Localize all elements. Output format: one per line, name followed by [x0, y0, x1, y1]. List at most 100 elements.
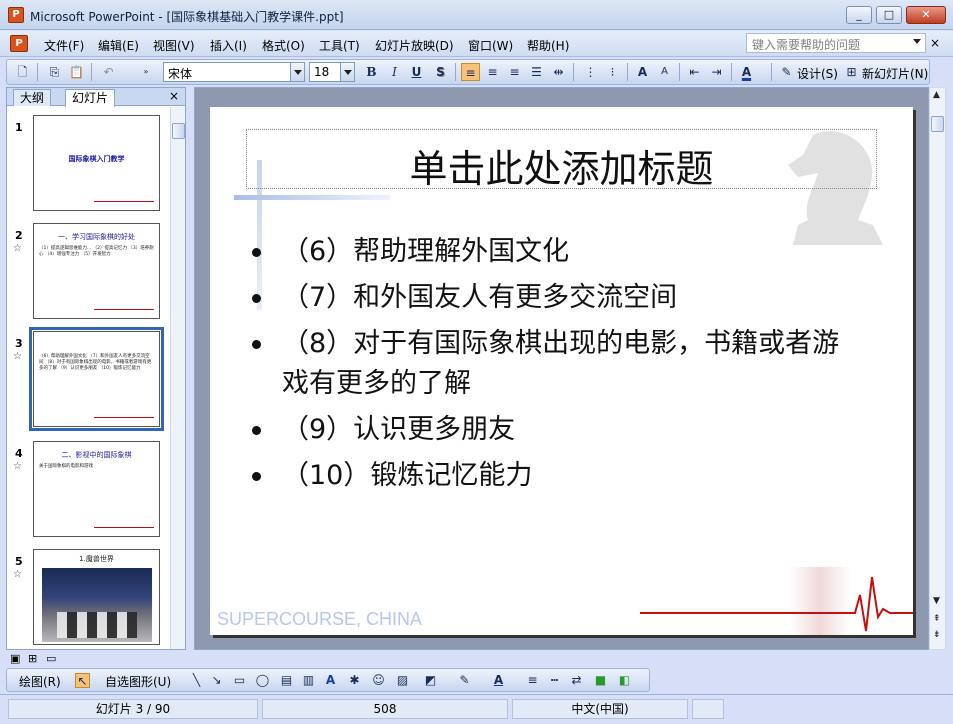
drawing-toolbar: 绘图(R) ↖ 自选图形(U) ╲ ↘ ▭ ◯ ▤ ▥ A ✱ ☺ ▨ ◩ ✎ … — [6, 668, 650, 692]
arrow-icon[interactable]: ↘ — [209, 673, 224, 688]
document-icon[interactable]: P — [10, 35, 28, 52]
slide-title[interactable]: 单击此处添加标题 — [247, 138, 876, 193]
slide-thumbnail-4[interactable]: 二、影视中的国际象棋 关于国际象棋的电影和游戏 — [33, 441, 160, 537]
picture-icon[interactable]: ▨ — [395, 673, 410, 688]
font-color-icon[interactable]: A — [491, 673, 506, 688]
italic-button[interactable]: I — [385, 63, 404, 81]
copy-icon[interactable]: ⎘ — [45, 63, 64, 81]
title-placeholder[interactable]: 单击此处添加标题 — [246, 129, 877, 191]
slide-thumbnail-2[interactable]: 一、学习国际象棋的好处 （1）提高逻辑思维能力... （2）提高记忆力 （3）培… — [33, 223, 160, 319]
panel-scrollbar[interactable] — [170, 107, 185, 649]
slide-canvas[interactable]: 单击此处添加标题 （6）帮助理解外国文化 （7）和外国友人有更多交流空间 （8）… — [210, 107, 913, 635]
oval-icon[interactable]: ◯ — [255, 673, 270, 688]
slide-thumbnail-3[interactable]: （6）帮助理解外国文化 （7）和外国友人有更多交流空间 （8）对于有国际象棋出现… — [29, 327, 164, 431]
panel-tabs: 大纲 幻灯片 × — [7, 88, 185, 107]
design-name: 508 — [262, 699, 508, 719]
menu-window[interactable]: 窗口(W) — [468, 37, 513, 54]
chevron-down-icon[interactable] — [340, 63, 354, 81]
rectangle-icon[interactable]: ▭ — [232, 673, 247, 688]
autoshapes-menu-button[interactable]: 自选图形(U) — [105, 673, 171, 690]
menu-edit[interactable]: 编辑(E) — [98, 37, 139, 54]
close-icon[interactable]: × — [169, 89, 179, 103]
draw-menu-button[interactable]: 绘图(R) — [19, 673, 61, 690]
arrow-style-icon[interactable]: ⇄ — [569, 673, 584, 688]
font-color-icon[interactable]: A — [737, 63, 756, 81]
menu-file[interactable]: 文件(F) — [44, 37, 84, 54]
help-search-input[interactable]: 键入需要帮助的问题 — [746, 33, 926, 53]
shadow-style-icon[interactable]: ■ — [593, 673, 608, 688]
main-scrollbar[interactable]: ▲ ▼ ⇞ ⇟ — [929, 87, 946, 650]
textbox-icon[interactable]: ▤ — [279, 673, 294, 688]
decrease-font-icon[interactable]: A — [655, 63, 674, 81]
slide-sorter-icon[interactable]: ⊞ — [28, 652, 37, 665]
close-button[interactable]: ✕ — [906, 6, 946, 24]
shadow-button[interactable]: S — [431, 63, 450, 81]
menu-tools[interactable]: 工具(T) — [319, 37, 360, 54]
toolbar-overflow-icon[interactable]: » — [141, 63, 151, 81]
bulleted-list-icon[interactable]: ⁝ — [603, 63, 622, 81]
title-bar: P Microsoft PowerPoint - [国际象棋基础入门教学课件.p… — [0, 0, 953, 30]
chess-scene-image — [42, 568, 152, 642]
align-center-icon[interactable]: ≡ — [483, 63, 502, 81]
menu-help[interactable]: 帮助(H) — [527, 37, 569, 54]
line-icon[interactable]: ╲ — [189, 673, 204, 688]
chevron-down-icon[interactable] — [913, 39, 921, 44]
wordart-icon[interactable]: A — [323, 673, 338, 688]
decrease-indent-icon[interactable]: ⇤ — [685, 63, 704, 81]
new-document-icon[interactable]: 🗋 — [13, 63, 32, 81]
new-slide-icon[interactable]: ⊞ — [842, 63, 861, 81]
slide-thumbnail-1[interactable]: 国际象棋入门教学 — [33, 115, 160, 211]
dash-style-icon[interactable]: ┅ — [547, 673, 562, 688]
document-close-button[interactable]: × — [930, 36, 940, 50]
font-size-select[interactable]: 18 — [309, 62, 355, 82]
maximize-button[interactable]: □ — [876, 6, 902, 24]
slideshow-view-icon[interactable]: ▭ — [46, 652, 56, 665]
normal-view-icon[interactable]: ▣ — [10, 652, 20, 665]
menu-insert[interactable]: 插入(I) — [210, 37, 247, 54]
fill-color-icon[interactable]: ◩ — [423, 673, 438, 688]
increase-font-icon[interactable]: A — [633, 63, 652, 81]
3d-style-icon[interactable]: ◧ — [617, 673, 632, 688]
tab-slides[interactable]: 幻灯片 — [65, 89, 116, 107]
menu-view[interactable]: 视图(V) — [153, 37, 195, 54]
menu-format[interactable]: 格式(O) — [262, 37, 305, 54]
align-left-icon[interactable]: ≡ — [461, 63, 480, 81]
slide-number: 3 — [15, 337, 23, 350]
align-right-icon[interactable]: ≡ — [505, 63, 524, 81]
line-color-icon[interactable]: ✎ — [457, 673, 472, 688]
scroll-down-icon[interactable]: ▼ — [933, 596, 940, 606]
scroll-thumb[interactable] — [172, 123, 185, 139]
scroll-thumb[interactable] — [931, 116, 944, 132]
thumb-body: 关于国际象棋的电影和游戏 — [39, 464, 93, 469]
tab-outline[interactable]: 大纲 — [13, 89, 52, 106]
font-name-select[interactable]: 宋体 — [163, 62, 305, 82]
underline-button[interactable]: U — [407, 63, 426, 81]
powerpoint-icon[interactable]: P — [8, 7, 24, 23]
diagram-icon[interactable]: ✱ — [347, 673, 362, 688]
minimize-button[interactable]: _ — [846, 6, 872, 24]
next-slide-icon[interactable]: ⇟ — [933, 630, 941, 640]
paste-icon[interactable]: 📋 — [67, 63, 86, 81]
design-icon[interactable]: ✎ — [777, 63, 796, 81]
slide-thumbnail-5[interactable]: 1.魔兽世界 — [33, 549, 160, 645]
vertical-textbox-icon[interactable]: ▥ — [301, 673, 316, 688]
undo-icon[interactable]: ↶ — [99, 63, 118, 81]
clipart-icon[interactable]: ☺ — [371, 673, 386, 688]
thumb-title: 国际象棋入门教学 — [68, 155, 125, 163]
increase-indent-icon[interactable]: ⇥ — [707, 63, 726, 81]
previous-slide-icon[interactable]: ⇞ — [933, 614, 941, 624]
menu-slideshow[interactable]: 幻灯片放映(D) — [375, 37, 454, 54]
separator — [771, 63, 772, 81]
distribute-icon[interactable]: ⇹ — [549, 63, 568, 81]
numbered-list-icon[interactable]: ⋮ — [581, 63, 600, 81]
design-button[interactable]: 设计(S) — [797, 65, 838, 82]
bullet-list[interactable]: （6）帮助理解外国文化 （7）和外国友人有更多交流空间 （8）对于有国际象棋出现… — [252, 232, 862, 502]
new-slide-button[interactable]: 新幻灯片(N) — [862, 65, 928, 82]
bold-button[interactable]: B — [362, 63, 381, 81]
justify-icon[interactable]: ☰ — [527, 63, 546, 81]
select-pointer-icon[interactable]: ↖ — [75, 673, 90, 688]
separator — [37, 63, 38, 81]
scroll-up-icon[interactable]: ▲ — [933, 90, 940, 100]
line-style-icon[interactable]: ≡ — [525, 673, 540, 688]
chevron-down-icon[interactable] — [290, 63, 304, 81]
